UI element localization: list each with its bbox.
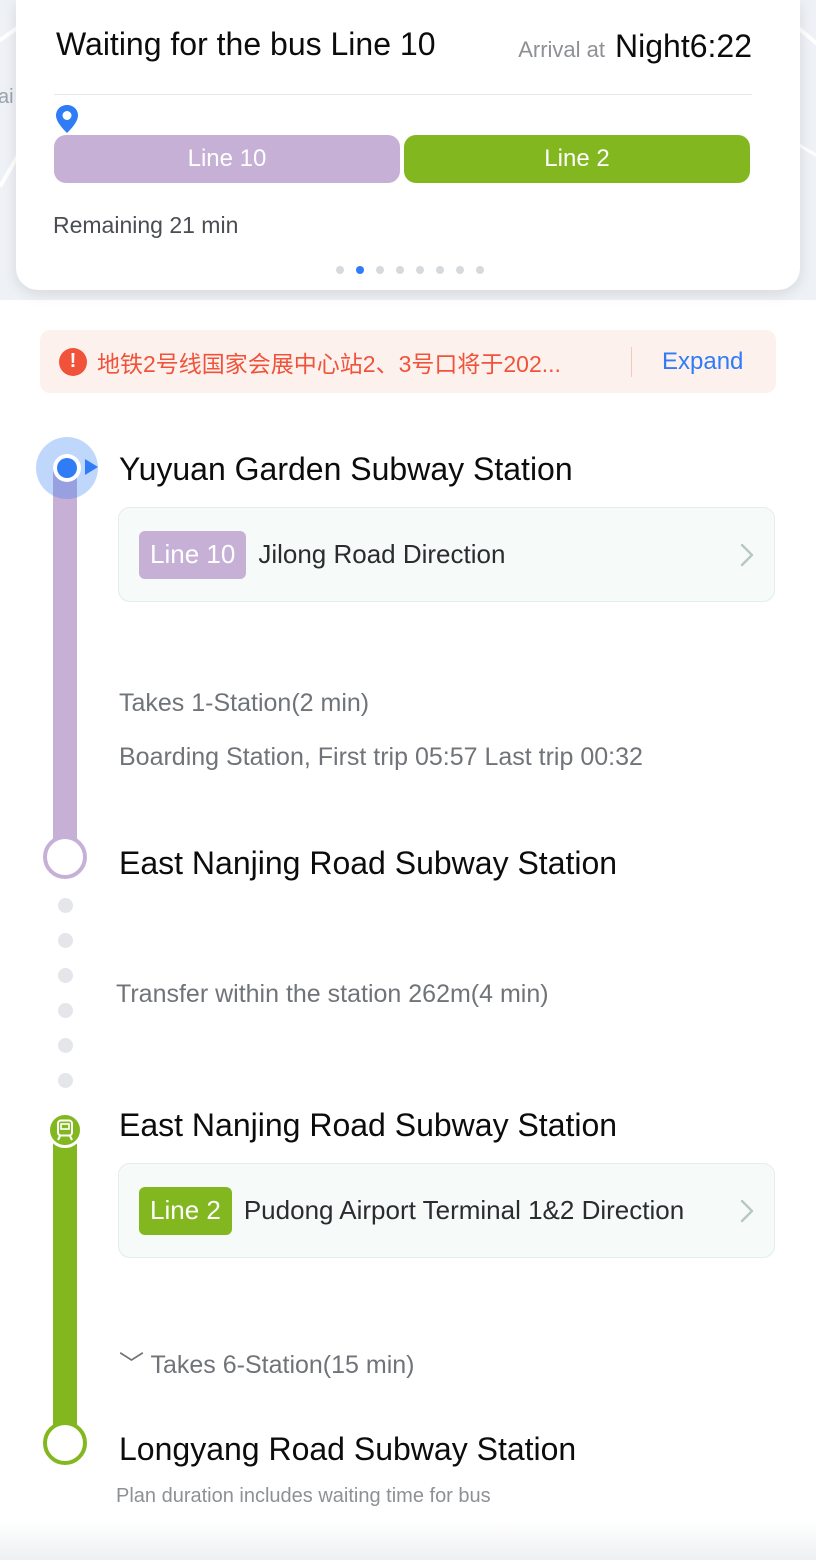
- transfer-board-station[interactable]: East Nanjing Road Subway Station: [119, 1107, 617, 1144]
- arrival-label: Arrival at: [518, 37, 606, 62]
- line-2-card[interactable]: Line 2 Pudong Airport Terminal 1&2 Direc…: [118, 1163, 775, 1258]
- line-2-direction: Pudong Airport Terminal 1&2 Direction: [243, 1195, 685, 1225]
- expand-button[interactable]: Expand: [662, 348, 743, 376]
- station-marker: [43, 835, 87, 879]
- origin-station[interactable]: Yuyuan Garden Subway Station: [119, 451, 573, 488]
- segment-line-10: Line 10: [54, 135, 400, 183]
- route-progress-bar: Line 10 Line 2: [54, 135, 750, 183]
- walk-dot: [58, 1038, 73, 1053]
- start-location-icon: [53, 454, 81, 482]
- arrival-info: Arrival at Night6:22: [518, 28, 752, 65]
- destination-marker: [43, 1421, 87, 1465]
- segment-line-2: Line 2: [404, 135, 750, 183]
- page-dot[interactable]: [396, 266, 404, 274]
- map-label: ai: [0, 86, 14, 108]
- line-10-badge: Line 10: [139, 530, 247, 579]
- page-dot[interactable]: [376, 266, 384, 274]
- page-dot[interactable]: [436, 266, 444, 274]
- location-pin-icon: [56, 105, 78, 133]
- page-dot[interactable]: [456, 266, 464, 274]
- page-dot[interactable]: [416, 266, 424, 274]
- plan-footnote: Plan duration includes waiting time for …: [116, 1485, 491, 1507]
- walk-dot: [58, 933, 73, 948]
- chevron-right-icon: [740, 543, 754, 567]
- direction-arrow-icon: [85, 459, 98, 475]
- chevron-right-icon: [740, 1199, 754, 1223]
- line-10-card[interactable]: Line 10 Jilong Road Direction: [118, 507, 775, 602]
- transfer-arrive-station[interactable]: East Nanjing Road Subway Station: [119, 845, 617, 882]
- line-2-track: [53, 1140, 77, 1435]
- transfer-info[interactable]: Transfer within the station 262m(4 min): [116, 980, 549, 1009]
- destination-station[interactable]: Longyang Road Subway Station: [119, 1431, 576, 1468]
- waiting-title: Waiting for the bus Line 10: [56, 26, 436, 62]
- arrival-time: Night6:22: [615, 28, 752, 64]
- line-10-track: [53, 466, 77, 846]
- leg1-schedule: Boarding Station, First trip 05:57 Last …: [119, 743, 643, 771]
- line-10-direction: Jilong Road Direction: [258, 539, 506, 569]
- remaining-time: Remaining 21 min: [53, 212, 239, 238]
- notice-text: 地铁2号线国家会展中心站2、3号口将于202...: [97, 350, 561, 377]
- walk-dot: [58, 898, 73, 913]
- page-dot[interactable]: [476, 266, 484, 274]
- bottom-edge: [0, 1520, 816, 1560]
- divider: [54, 94, 752, 95]
- page-indicator[interactable]: [336, 266, 484, 274]
- line-2-badge: Line 2: [139, 1186, 232, 1235]
- walk-dot: [58, 1073, 73, 1088]
- page-dot[interactable]: [336, 266, 344, 274]
- leg2-duration-toggle[interactable]: ﹀ Takes 6-Station(15 min): [119, 1345, 415, 1381]
- service-notice[interactable]: ! 地铁2号线国家会展中心站2、3号口将于202... Expand: [40, 330, 776, 393]
- walk-dot: [58, 968, 73, 983]
- walk-dot: [58, 1003, 73, 1018]
- page-dot-active[interactable]: [356, 266, 364, 274]
- notice-divider: [631, 346, 632, 377]
- train-icon: [47, 1112, 83, 1148]
- leg1-duration[interactable]: Takes 1-Station(2 min): [119, 689, 369, 718]
- waiting-status-card: Waiting for the bus Line 10 Arrival at N…: [16, 0, 800, 290]
- alert-icon: !: [59, 347, 87, 376]
